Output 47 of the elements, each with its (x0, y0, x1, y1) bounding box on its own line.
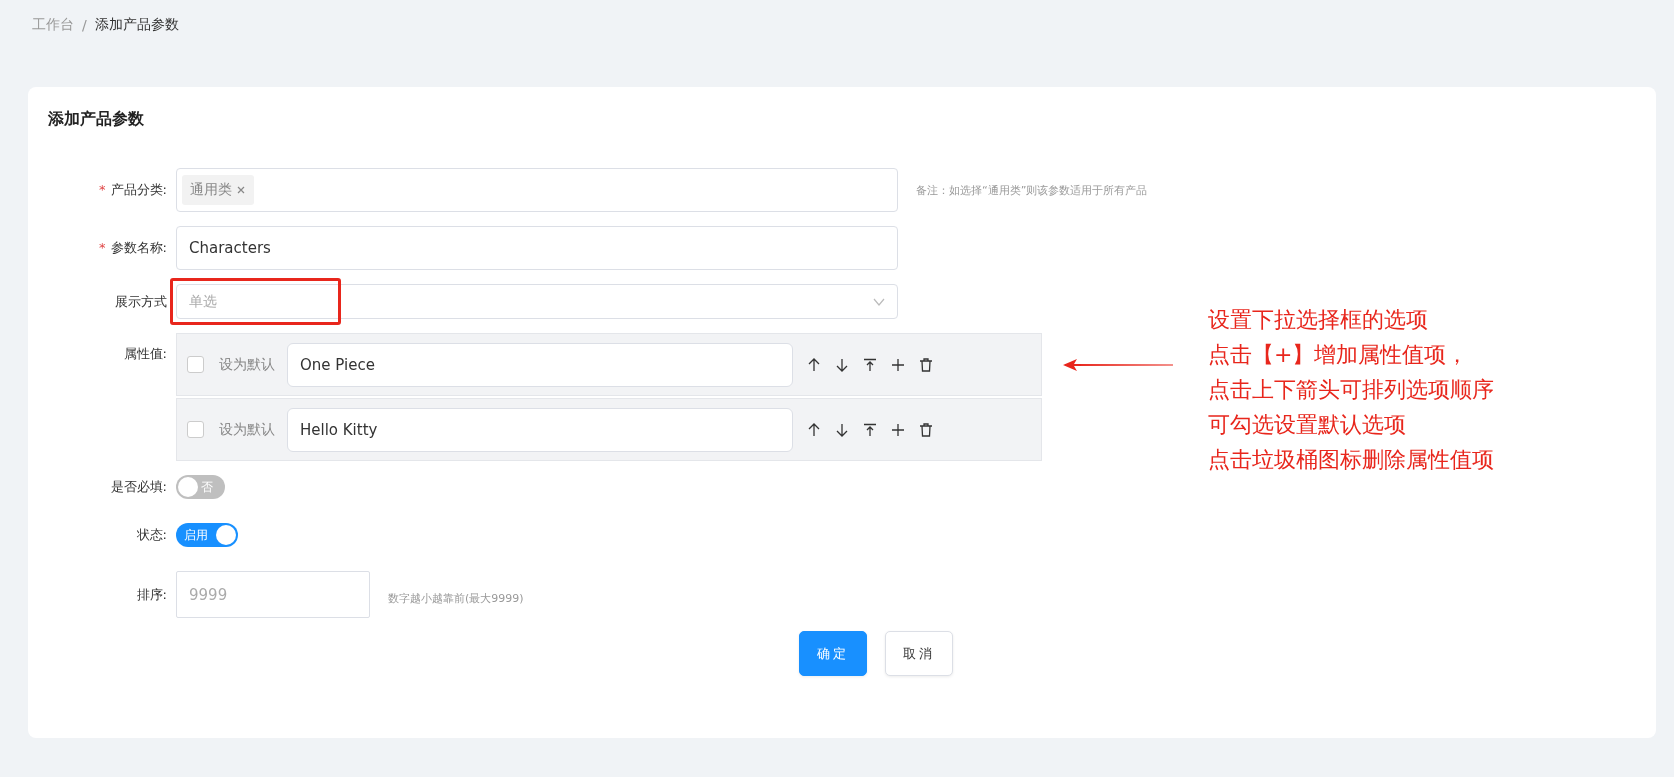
checkbox[interactable] (187, 421, 204, 438)
field-label: 状态: (136, 527, 167, 542)
annotation-text: 设置下拉选择框的选项 (1208, 306, 1429, 334)
breadcrumb-item[interactable]: 工作台 (32, 16, 74, 34)
arrow-up-icon[interactable] (807, 422, 821, 437)
arrow-down-icon[interactable] (835, 357, 849, 372)
option-input[interactable]: Hello Kitty (287, 407, 793, 452)
confirm-button[interactable]: 确定 (799, 631, 867, 676)
category-field[interactable]: 通用类 (176, 168, 898, 212)
annotation-text: 点击【+】增加属性值项， (1208, 341, 1470, 369)
option-input[interactable]: One Piece (287, 342, 793, 387)
field-label: 参数名称: (110, 240, 167, 255)
chevron-down-icon (873, 297, 885, 306)
breadcrumb-separator: / (82, 17, 87, 33)
field-hint: 数字越小越靠前(最大9999) (388, 591, 524, 606)
cancel-button[interactable]: 取消 (885, 631, 953, 676)
close-icon[interactable] (236, 185, 246, 195)
arrow-down-icon[interactable] (835, 422, 849, 437)
trash-icon[interactable] (919, 357, 933, 372)
card-title: 添加产品参数 (48, 109, 145, 130)
checkbox-label: 设为默认 (219, 420, 275, 439)
required-mark: * (99, 240, 106, 255)
plus-icon[interactable] (891, 422, 905, 437)
field-note: 备注：如选择“通用类”则该参数适用于所有产品 (916, 182, 1148, 198)
plus-icon[interactable] (891, 357, 905, 372)
annotation-text: 点击垃圾桶图标删除属性值项 (1208, 446, 1494, 474)
category-tag: 通用类 (182, 175, 254, 205)
move-to-top-icon[interactable] (863, 357, 877, 372)
annotation-text: 点击上下箭头可排列选项顺序 (1208, 376, 1494, 404)
checkbox-label: 设为默认 (219, 355, 275, 374)
field-label: 产品分类: (110, 182, 167, 197)
required-mark: * (99, 182, 106, 197)
field-label: 属性值: (123, 346, 167, 361)
checkbox[interactable] (187, 356, 204, 373)
annotation-text: 可勾选设置默认选项 (1208, 411, 1407, 439)
field-label: 是否必填: (110, 479, 167, 494)
toggle-switch[interactable]: 否 (176, 475, 225, 499)
sort-input[interactable]: 9999 (176, 571, 370, 618)
display-select[interactable]: 单选 (176, 284, 898, 319)
toggle-switch[interactable]: 启用 (176, 523, 238, 547)
breadcrumb-item: 添加产品参数 (94, 16, 179, 34)
move-to-top-icon[interactable] (863, 422, 877, 437)
name-input[interactable]: Characters (176, 226, 898, 270)
arrow-up-icon[interactable] (807, 357, 821, 372)
field-label: 展示方式 (115, 293, 167, 309)
field-label: 排序: (136, 586, 167, 602)
trash-icon[interactable] (919, 422, 933, 437)
